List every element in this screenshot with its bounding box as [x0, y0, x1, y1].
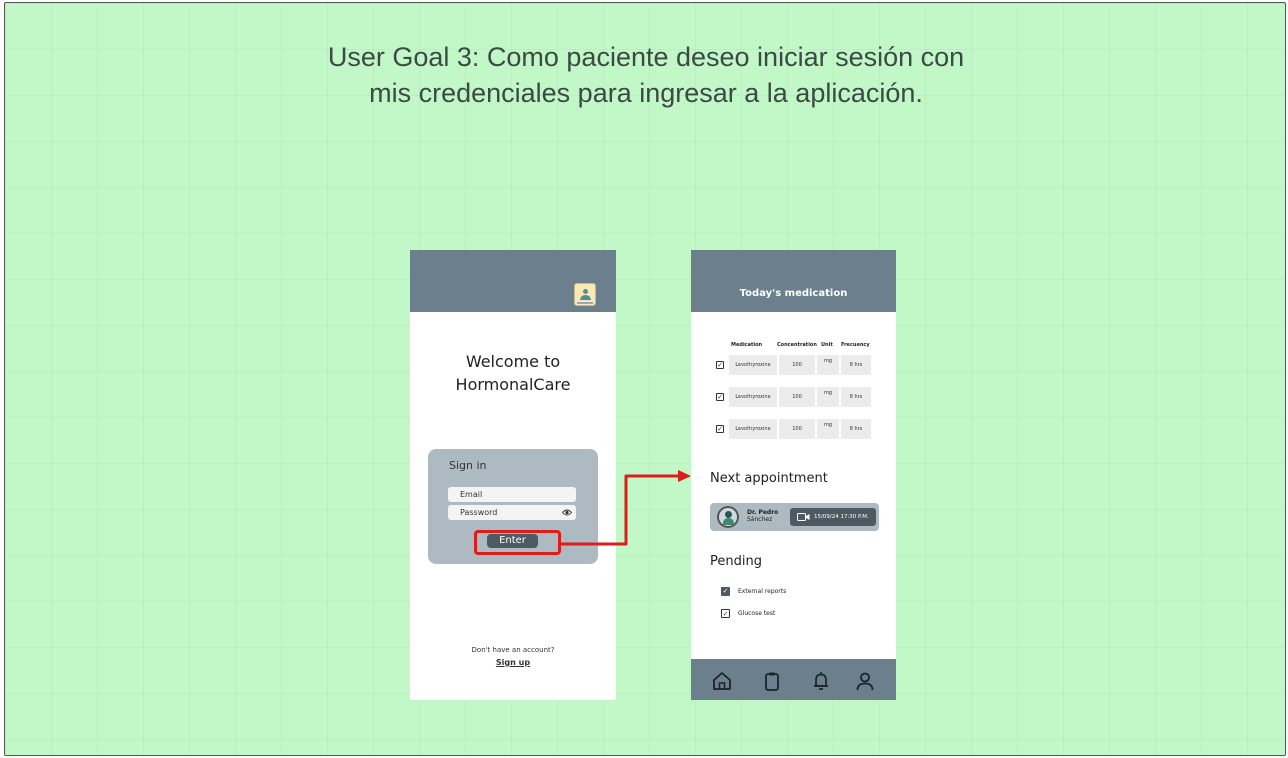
medication-row: ✓ Levothyroxine 100 mg 8 hrs — [691, 387, 896, 409]
med-unit: mg — [817, 355, 839, 375]
appointment-card[interactable]: Dr. Pedro Sánchez 15/09/24 17:30 P.M. — [710, 503, 879, 531]
medication-checkbox[interactable]: ✓ — [716, 361, 724, 369]
signup-link[interactable]: Sign up — [410, 658, 616, 667]
eye-icon[interactable] — [562, 508, 572, 517]
app-logo-icon — [574, 283, 596, 306]
med-concentration: 100 — [779, 419, 815, 439]
col-unit: Unit — [821, 342, 833, 348]
col-frequency: Frecuency — [841, 342, 870, 348]
med-name: Levothyroxine — [729, 419, 777, 439]
doctor-name-line1: Dr. Pedro — [747, 509, 779, 516]
med-frequency: 8 hrs — [841, 387, 871, 407]
signin-heading: Sign in — [449, 459, 487, 472]
welcome-heading: Welcome to HormonalCare — [410, 350, 616, 396]
medication-checkbox[interactable]: ✓ — [716, 425, 724, 433]
doctor-name-line2: Sánchez — [747, 516, 773, 523]
med-name: Levothyroxine — [729, 355, 777, 375]
bottom-navigation — [691, 659, 896, 700]
doctor-avatar — [717, 506, 739, 528]
login-header — [410, 250, 616, 312]
user-icon[interactable] — [854, 670, 876, 692]
pending-label: Glucose test — [738, 610, 776, 617]
email-placeholder: Email — [460, 490, 483, 499]
user-goal-title-line2: mis credenciales para ingresar a la apli… — [369, 78, 923, 108]
password-field[interactable]: Password — [448, 505, 576, 520]
user-goal-title-line1: User Goal 3: Como paciente deseo iniciar… — [327, 42, 965, 72]
col-medication: Medication — [731, 342, 763, 348]
med-name: Levothyroxine — [729, 387, 777, 407]
video-camera-icon — [797, 513, 810, 521]
welcome-line2: HormonalCare — [455, 375, 571, 394]
screen-title: Today's medication — [739, 288, 848, 299]
pending-checkbox[interactable]: ✓ — [721, 609, 730, 618]
appointment-datetime: 15/09/24 17:30 P.M. — [814, 514, 869, 520]
clipboard-icon[interactable] — [761, 670, 783, 692]
medication-table-header: Medication Concentration Unit Frecuency — [691, 342, 896, 352]
next-appointment-heading: Next appointment — [710, 471, 828, 486]
password-placeholder: Password — [460, 508, 498, 517]
doctor-name: Dr. Pedro Sánchez — [747, 509, 778, 523]
med-unit: mg — [817, 419, 839, 439]
whiteboard-canvas: User Goal 3: Como paciente deseo iniciar… — [4, 2, 1286, 756]
login-screen-mockup: Welcome to HormonalCare Sign in Email Pa… — [410, 250, 616, 700]
med-concentration: 100 — [779, 387, 815, 407]
medication-row: ✓ Levothyroxine 100 mg 8 hrs — [691, 355, 896, 377]
pending-checkbox[interactable]: ✓ — [721, 587, 730, 596]
bell-icon[interactable] — [810, 670, 832, 692]
med-frequency: 8 hrs — [841, 419, 871, 439]
email-field[interactable]: Email — [448, 487, 576, 502]
home-icon[interactable] — [711, 670, 733, 692]
home-header: Today's medication — [691, 250, 896, 312]
med-concentration: 100 — [779, 355, 815, 375]
med-frequency: 8 hrs — [841, 355, 871, 375]
welcome-line1: Welcome to — [465, 352, 561, 371]
col-concentration: Concentration — [777, 342, 817, 348]
med-unit: mg — [817, 387, 839, 407]
pending-label: External reports — [738, 588, 787, 595]
appointment-time-button[interactable]: 15/09/24 17:30 P.M. — [790, 508, 876, 526]
home-screen-mockup: Today's medication Medication Concentrat… — [691, 250, 896, 700]
medication-checkbox[interactable]: ✓ — [716, 393, 724, 401]
pending-heading: Pending — [710, 554, 762, 569]
no-account-text: Don't have an account? — [471, 646, 555, 654]
user-goal-title: User Goal 3: Como paciente deseo iniciar… — [5, 39, 1287, 111]
enter-button-highlight — [474, 530, 561, 555]
medication-row: ✓ Levothyroxine 100 mg 8 hrs — [691, 419, 896, 441]
